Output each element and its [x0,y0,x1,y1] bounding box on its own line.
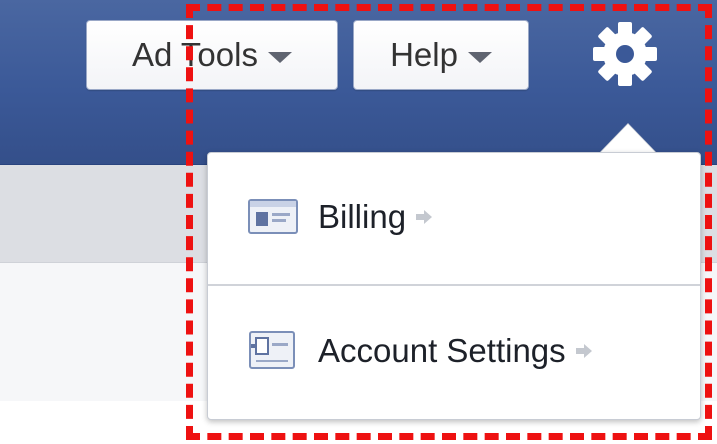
menu-item-billing-label: Billing [318,198,407,235]
menu-item-account-settings-label: Account Settings [318,332,566,369]
ad-tools-button[interactable]: Ad Tools [86,20,338,90]
ad-tools-label: Ad Tools [132,36,258,73]
page: Ad Tools Help Billing Account Settings [0,0,717,444]
billing-card-icon [248,197,298,237]
account-settings-icon [248,331,298,371]
settings-dropdown-menu: Billing Account Settings [207,152,701,420]
menu-item-billing[interactable]: Billing [208,154,700,280]
menu-divider [208,284,700,286]
chevron-down-icon [467,51,492,63]
help-button[interactable]: Help [353,20,529,90]
arrow-right-icon [414,207,434,227]
help-label: Help [390,36,458,73]
chevron-down-icon [267,51,292,63]
menu-item-account-settings[interactable]: Account Settings [208,288,700,414]
gear-icon[interactable] [591,20,659,88]
arrow-right-icon [574,341,594,361]
dropdown-pointer [600,124,656,153]
